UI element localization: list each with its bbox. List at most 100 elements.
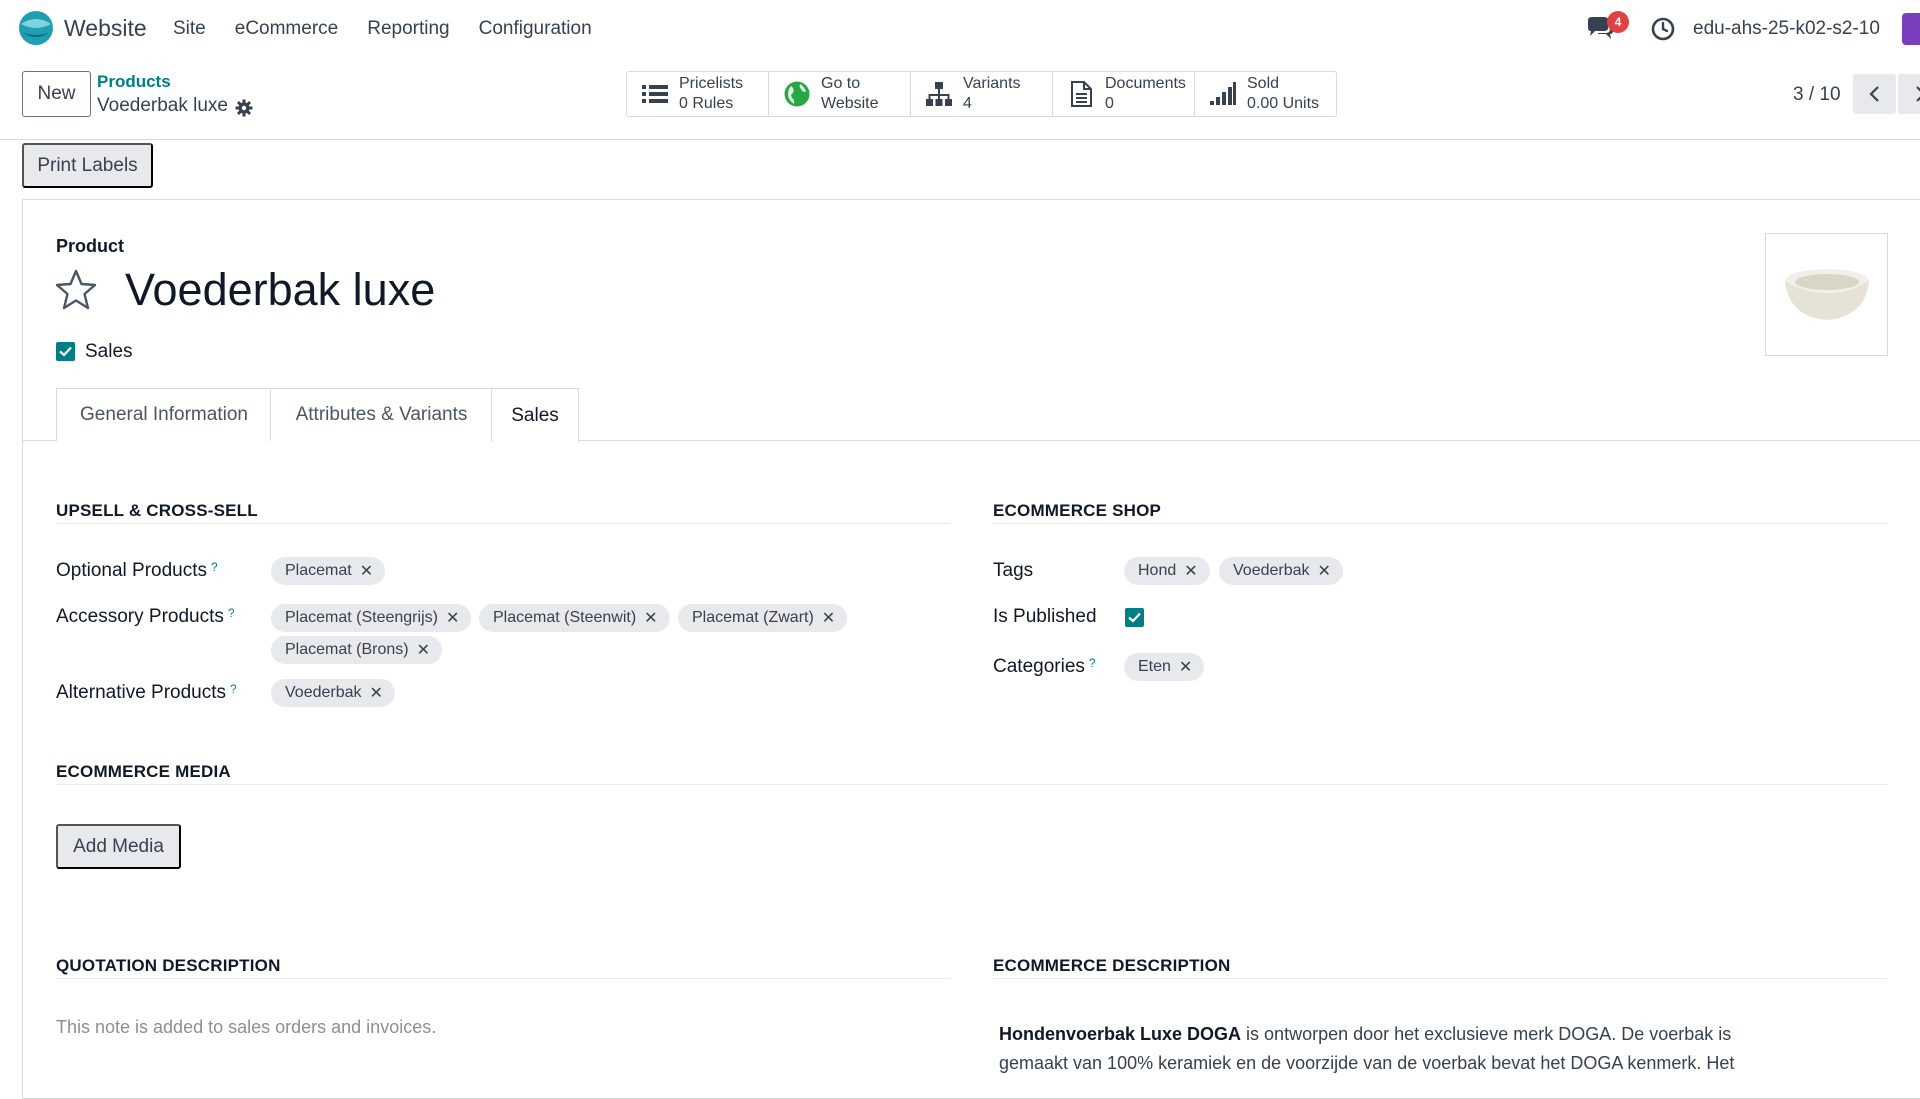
documents-smart-button[interactable]: Documents0 (1053, 72, 1195, 116)
sold-value: 0.00 Units (1247, 94, 1319, 114)
remove-tag-icon[interactable]: ✕ (446, 608, 459, 628)
user-avatar[interactable] (1902, 13, 1920, 45)
upsell-section-title: UPSELL & CROSS-SELL (56, 501, 258, 521)
ecommerce-description-editor[interactable]: Hondenvoerbak Luxe DOGA is ontworpen doo… (999, 1020, 1799, 1078)
tag-label: Placemat (285, 562, 352, 580)
sold-smart-button[interactable]: Sold0.00 Units (1195, 72, 1336, 116)
upsell-section-rule (56, 523, 950, 524)
top-navbar: Website Site eCommerce Reporting Configu… (0, 0, 1920, 58)
database-name[interactable]: edu-ahs-25-k02-s2-10 (1693, 18, 1880, 40)
ecommerce-description-bold: Hondenvoerbak Luxe DOGA (999, 1024, 1241, 1044)
help-tooltip-icon[interactable]: ? (1089, 656, 1096, 670)
tag-label: Placemat (Steenwit) (493, 609, 636, 627)
variants-value: 4 (963, 94, 1021, 114)
print-labels-button[interactable]: Print Labels (22, 143, 153, 188)
accessory-product-tag: Placemat (Steenwit) ✕ (479, 604, 670, 632)
ecommerce-description-line-1-rest: is ontworpen door het exclusieve merk DO… (1241, 1024, 1731, 1044)
pricelists-label: Pricelists (679, 74, 743, 94)
go-to-label: Go to (821, 74, 879, 94)
categories-label: Categories? (993, 656, 1096, 678)
quotation-description-input[interactable]: This note is added to sales orders and i… (56, 1017, 436, 1038)
optional-products-label-text: Optional Products (56, 560, 207, 581)
accessory-products-label-text: Accessory Products (56, 606, 224, 627)
chevron-right-icon (1913, 85, 1920, 103)
optional-product-tag: Placemat ✕ (271, 557, 385, 585)
quotation-description-section-title: QUOTATION DESCRIPTION (56, 956, 281, 976)
documents-value: 0 (1105, 94, 1186, 114)
pager-next-button[interactable] (1898, 74, 1920, 114)
menu-item-reporting[interactable]: Reporting (367, 18, 449, 40)
breadcrumb-products-link[interactable]: Products (97, 72, 171, 92)
alternative-products-label: Alternative Products? (56, 682, 237, 704)
help-tooltip-icon[interactable]: ? (211, 560, 218, 574)
globe-icon (783, 80, 811, 108)
pager-previous-button[interactable] (1853, 74, 1896, 114)
list-icon (641, 80, 669, 108)
category-tag: Eten ✕ (1124, 653, 1204, 681)
smart-buttons: Pricelists0 Rules Go toWebsite Variants4 (626, 71, 1337, 117)
pager-value[interactable]: 3 / 10 (1793, 84, 1841, 106)
check-icon (1128, 612, 1141, 623)
pricelists-smart-button[interactable]: Pricelists0 Rules (627, 72, 769, 116)
remove-tag-icon[interactable]: ✕ (370, 683, 383, 703)
product-field-label: Product (56, 236, 124, 257)
menu-item-configuration[interactable]: Configuration (479, 18, 592, 40)
alternative-products-label-text: Alternative Products (56, 682, 226, 703)
variants-smart-button[interactable]: Variants4 (911, 72, 1053, 116)
tags-label: Tags (993, 560, 1033, 582)
menu-item-site[interactable]: Site (173, 18, 206, 40)
optional-products-label: Optional Products? (56, 560, 218, 582)
sold-label: Sold (1247, 74, 1319, 94)
ecommerce-shop-section-title: ECOMMERCE SHOP (993, 501, 1161, 521)
tag-label: Placemat (Steengrijs) (285, 609, 438, 627)
ecommerce-description-section-rule (993, 978, 1887, 979)
main-menu: Site eCommerce Reporting Configuration (173, 18, 621, 40)
activity-clock-icon[interactable] (1651, 17, 1675, 41)
product-image[interactable] (1765, 233, 1888, 356)
signal-bars-icon (1209, 80, 1237, 108)
alternative-product-tag: Voederbak✕ (271, 679, 395, 707)
menu-item-ecommerce[interactable]: eCommerce (235, 18, 338, 40)
tab-attributes-variants[interactable]: Attributes & Variants (270, 388, 492, 441)
is-published-checkbox[interactable] (1125, 608, 1144, 627)
website-label: Website (821, 94, 879, 114)
tab-sales[interactable]: Sales (491, 388, 579, 442)
remove-tag-icon[interactable]: ✕ (1184, 561, 1197, 581)
chat-badge: 4 (1607, 11, 1629, 33)
ecommerce-media-section-rule (56, 784, 1887, 785)
remove-tag-icon[interactable]: ✕ (1318, 561, 1331, 581)
tab-general-information[interactable]: General Information (56, 388, 271, 441)
sitemap-icon (925, 80, 953, 108)
product-name-input[interactable]: Voederbak luxe (125, 264, 435, 316)
remove-tag-icon[interactable]: ✕ (360, 561, 373, 581)
tag-label: Eten (1138, 658, 1171, 676)
help-tooltip-icon[interactable]: ? (230, 682, 237, 696)
tag-label: Hond (1138, 562, 1176, 580)
accessory-product-tag: Placemat (Steengrijs) ✕ (271, 604, 471, 632)
app-name[interactable]: Website (64, 15, 147, 42)
accessory-product-tag: Placemat (Zwart) ✕ (678, 604, 847, 632)
remove-tag-icon[interactable]: ✕ (1179, 657, 1192, 677)
remove-tag-icon[interactable]: ✕ (417, 640, 430, 660)
help-tooltip-icon[interactable]: ? (228, 606, 235, 620)
go-to-website-smart-button[interactable]: Go toWebsite (769, 72, 911, 116)
gear-icon[interactable] (235, 99, 253, 117)
accessory-products-label: Accessory Products? (56, 606, 235, 628)
shop-tag: Voederbak✕ (1219, 557, 1343, 585)
new-button[interactable]: New (22, 71, 91, 117)
sales-checkbox[interactable] (56, 342, 75, 361)
sales-checkbox-label: Sales (85, 341, 133, 363)
website-app-logo-icon[interactable] (18, 10, 54, 46)
favorite-star-icon[interactable] (54, 268, 98, 312)
tag-label: Placemat (Zwart) (692, 609, 814, 627)
add-media-button[interactable]: Add Media (56, 824, 181, 869)
ecommerce-shop-section-rule (993, 523, 1887, 524)
pricelists-value: 0 Rules (679, 94, 743, 114)
documents-label: Documents (1105, 74, 1186, 94)
remove-tag-icon[interactable]: ✕ (822, 608, 835, 628)
remove-tag-icon[interactable]: ✕ (644, 608, 657, 628)
breadcrumb-current: Voederbak luxe (97, 95, 228, 117)
shop-tag: Hond ✕ (1124, 557, 1210, 585)
ecommerce-media-section-title: ECOMMERCE MEDIA (56, 762, 231, 782)
quotation-description-section-rule (56, 978, 950, 979)
